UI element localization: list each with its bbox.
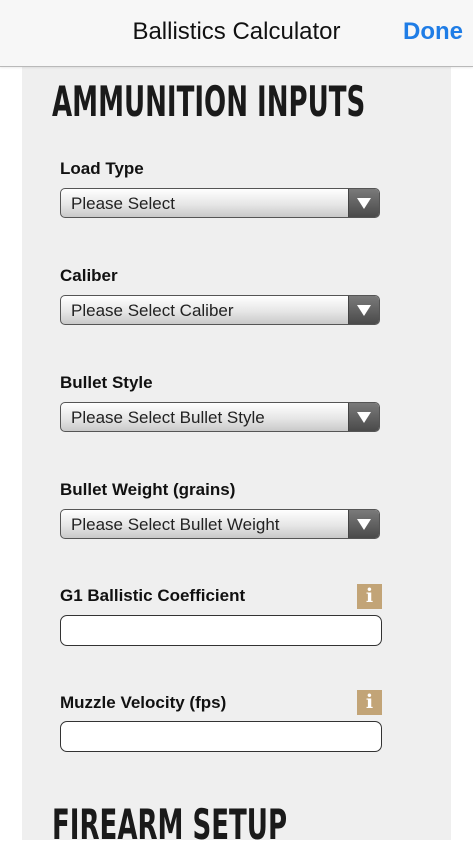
- done-button[interactable]: Done: [403, 18, 463, 46]
- bullet-style-select[interactable]: Please Select Bullet Style: [60, 402, 380, 432]
- g1-ballistic-coefficient-label: G1 Ballistic Coefficient: [60, 586, 246, 605]
- bullet-style-value: Please Select Bullet Style: [71, 408, 265, 427]
- load-type-select[interactable]: Please Select: [60, 188, 380, 218]
- bullet-style-label: Bullet Style: [60, 373, 153, 392]
- muzzle-velocity-input[interactable]: [60, 721, 382, 752]
- info-icon[interactable]: i: [357, 690, 382, 715]
- caliber-label: Caliber: [60, 266, 118, 285]
- bullet-weight-value: Please Select Bullet Weight: [71, 515, 280, 534]
- info-icon[interactable]: i: [357, 584, 382, 609]
- chevron-down-icon: [348, 296, 379, 324]
- section-title-firearm: FIREARM SETUP: [52, 800, 288, 849]
- bullet-weight-label: Bullet Weight (grains): [60, 480, 236, 499]
- form-panel: AMMUNITION INPUTS Load Type Please Selec…: [22, 67, 451, 849]
- muzzle-velocity-label: Muzzle Velocity (fps): [60, 693, 227, 712]
- section-title-ammunition: AMMUNITION INPUTS: [52, 77, 366, 126]
- navigation-bar: Ballistics Calculator Done: [0, 0, 473, 67]
- load-type-label: Load Type: [60, 159, 144, 178]
- caliber-select[interactable]: Please Select Caliber: [60, 295, 380, 325]
- load-type-value: Please Select: [71, 194, 175, 213]
- caliber-value: Please Select Caliber: [71, 301, 234, 320]
- chevron-down-icon: [348, 403, 379, 431]
- chevron-down-icon: [348, 189, 379, 217]
- g1-ballistic-coefficient-input[interactable]: [60, 615, 382, 646]
- bullet-weight-select[interactable]: Please Select Bullet Weight: [60, 509, 380, 539]
- chevron-down-icon: [348, 510, 379, 538]
